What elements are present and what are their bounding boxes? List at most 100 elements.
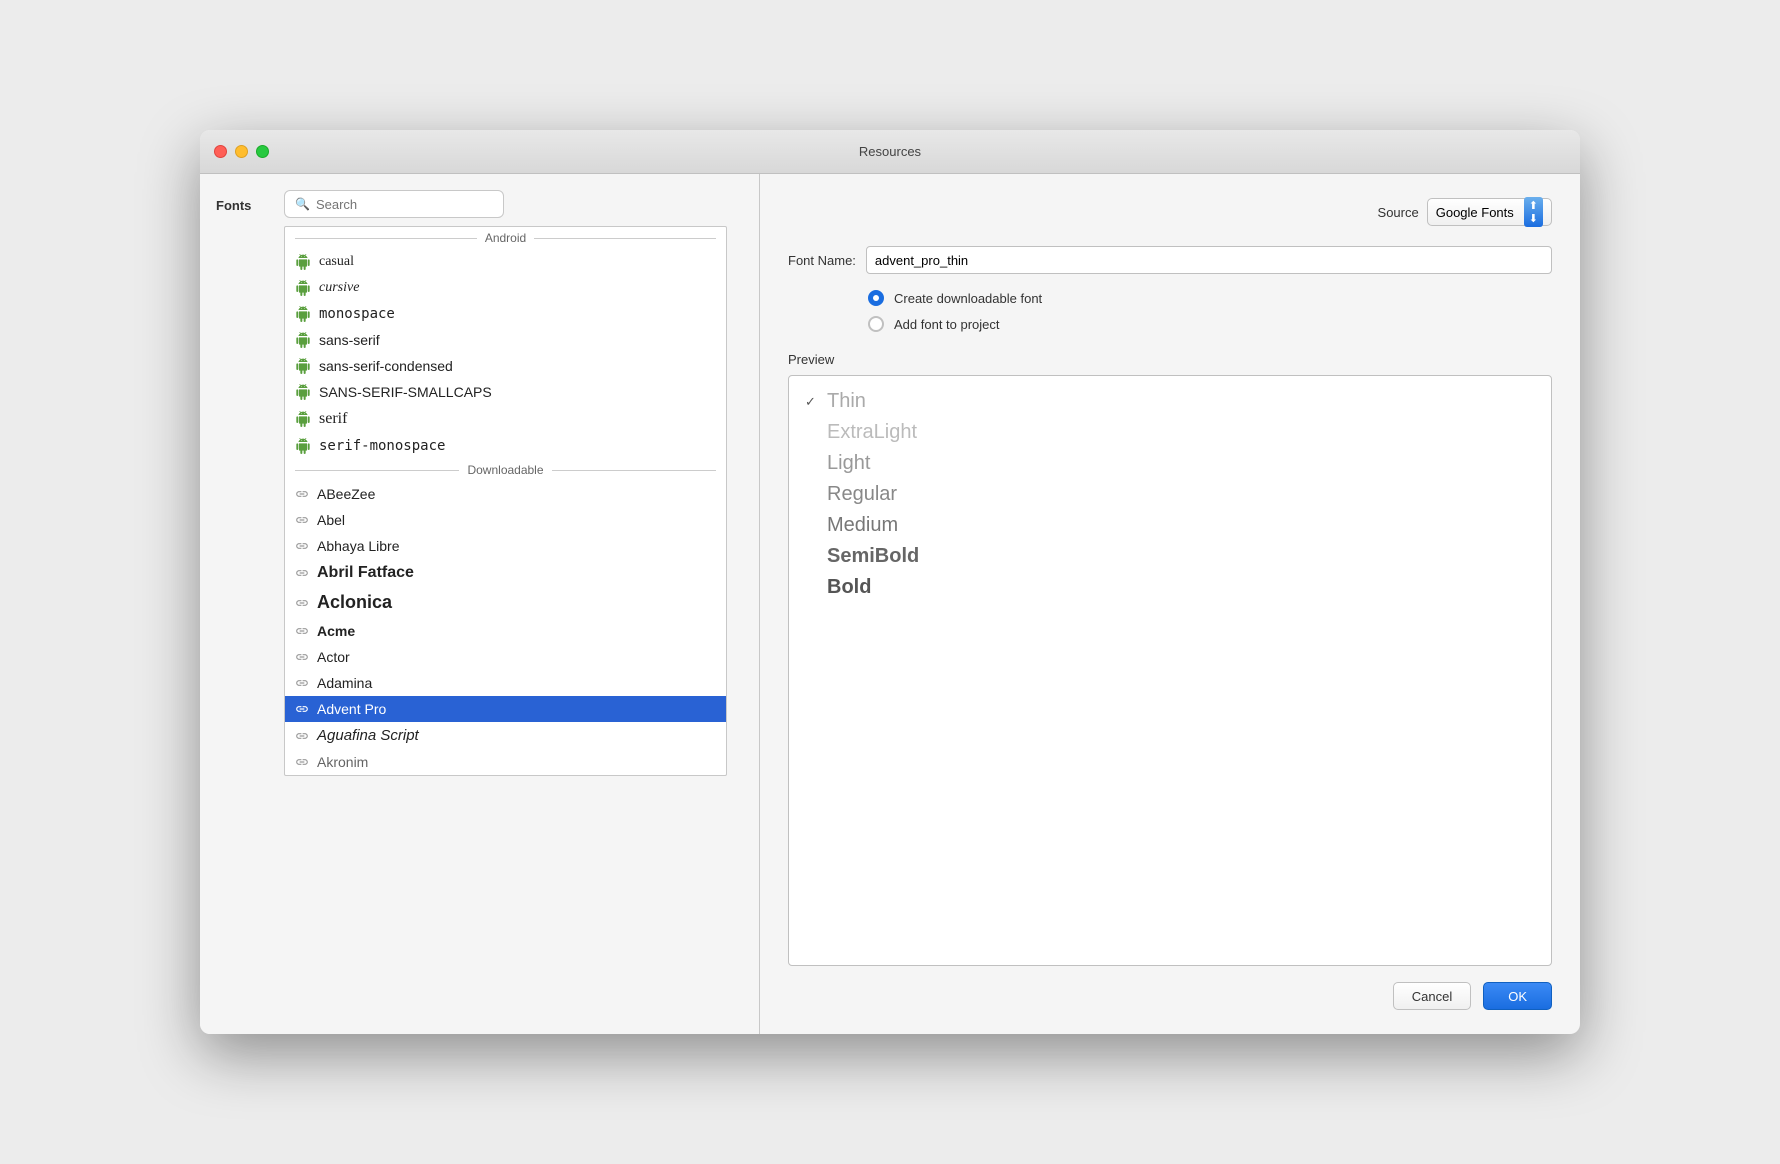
font-name-abel: Abel bbox=[317, 512, 345, 528]
preview-box: ✓ Thin ExtraLight Light Regular bbox=[788, 375, 1552, 966]
list-item[interactable]: Adamina bbox=[285, 670, 726, 696]
font-name-sans-serif-smallcaps: SANS-SERIF-SMALLCAPS bbox=[319, 384, 492, 400]
source-value: Google Fonts bbox=[1436, 205, 1514, 220]
radio-label-downloadable: Create downloadable font bbox=[894, 291, 1042, 306]
link-icon bbox=[295, 624, 309, 638]
list-item[interactable]: Abel bbox=[285, 507, 726, 533]
font-name-akronim: Akronim bbox=[317, 754, 368, 770]
preview-semibold[interactable]: SemiBold bbox=[805, 543, 1535, 570]
bottom-bar: Cancel OK bbox=[788, 966, 1552, 1010]
preview-bold-label: Bold bbox=[827, 576, 871, 599]
preview-medium-label: Medium bbox=[827, 514, 898, 537]
preview-light-label: Light bbox=[827, 452, 870, 475]
list-item[interactable]: serif-monospace bbox=[285, 433, 726, 459]
font-name-sans-serif-condensed: sans-serif-condensed bbox=[319, 358, 453, 374]
radio-btn-add-project[interactable] bbox=[868, 316, 884, 332]
maximize-button[interactable] bbox=[256, 145, 269, 158]
android-icon bbox=[295, 411, 311, 427]
ok-button[interactable]: OK bbox=[1483, 982, 1552, 1010]
link-icon bbox=[295, 513, 309, 527]
traffic-lights bbox=[214, 145, 269, 158]
link-icon bbox=[295, 729, 309, 743]
source-label: Source bbox=[1378, 205, 1419, 220]
font-name-aclonica: Aclonica bbox=[317, 592, 392, 613]
list-item[interactable]: Aclonica bbox=[285, 587, 726, 618]
font-name-serif-monospace: serif-monospace bbox=[319, 438, 445, 454]
preview-bold[interactable]: Bold bbox=[805, 574, 1535, 601]
android-icon bbox=[295, 332, 311, 348]
close-button[interactable] bbox=[214, 145, 227, 158]
list-item[interactable]: Abril Fatface bbox=[285, 559, 726, 587]
preview-medium[interactable]: Medium bbox=[805, 512, 1535, 539]
radio-btn-downloadable[interactable] bbox=[868, 290, 884, 306]
list-item[interactable]: sans-serif bbox=[285, 327, 726, 353]
font-name-actor: Actor bbox=[317, 649, 350, 665]
font-name-field[interactable] bbox=[866, 246, 1552, 274]
radio-create-downloadable[interactable]: Create downloadable font bbox=[868, 290, 1552, 306]
resources-window: Resources Fonts 🔍 Android bbox=[200, 130, 1580, 1034]
preview-semibold-label: SemiBold bbox=[827, 545, 919, 568]
font-name-adamina: Adamina bbox=[317, 675, 372, 691]
list-item[interactable]: serif bbox=[285, 405, 726, 433]
link-icon bbox=[295, 539, 309, 553]
link-icon bbox=[295, 755, 309, 769]
main-content: Fonts 🔍 Android bbox=[200, 174, 1580, 1034]
radio-group: Create downloadable font Add font to pro… bbox=[868, 290, 1552, 332]
font-name-advent-pro: Advent Pro bbox=[317, 701, 386, 717]
preview-regular-label: Regular bbox=[827, 483, 897, 506]
source-select-arrows: ⬆⬇ bbox=[1524, 197, 1543, 227]
search-bar[interactable]: 🔍 bbox=[284, 190, 504, 218]
preview-extralight[interactable]: ExtraLight bbox=[805, 419, 1535, 446]
font-name-row: Font Name: bbox=[788, 246, 1552, 274]
android-icon bbox=[295, 254, 311, 270]
titlebar: Resources bbox=[200, 130, 1580, 174]
radio-add-to-project[interactable]: Add font to project bbox=[868, 316, 1552, 332]
minimize-button[interactable] bbox=[235, 145, 248, 158]
preview-section: Preview ✓ Thin ExtraLight Light bbox=[788, 352, 1552, 966]
link-icon bbox=[295, 702, 309, 716]
downloadable-section-header: Downloadable bbox=[285, 459, 726, 481]
search-input[interactable] bbox=[316, 197, 493, 212]
preview-regular[interactable]: Regular bbox=[805, 481, 1535, 508]
font-name-serif: serif bbox=[319, 410, 347, 428]
preview-light[interactable]: Light bbox=[805, 450, 1535, 477]
list-item[interactable]: casual bbox=[285, 249, 726, 275]
list-item[interactable]: sans-serif-condensed bbox=[285, 353, 726, 379]
link-icon bbox=[295, 596, 309, 610]
left-panel: Fonts 🔍 Android bbox=[200, 174, 760, 1034]
link-icon bbox=[295, 487, 309, 501]
font-name-acme: Acme bbox=[317, 623, 355, 639]
android-icon bbox=[295, 358, 311, 374]
radio-label-add-project: Add font to project bbox=[894, 317, 1000, 332]
link-icon bbox=[295, 566, 309, 580]
font-name-abril: Abril Fatface bbox=[317, 564, 414, 582]
font-name-sans-serif: sans-serif bbox=[319, 332, 380, 348]
list-item[interactable]: Akronim bbox=[285, 749, 726, 775]
window-title: Resources bbox=[859, 144, 921, 159]
font-name-label: Font Name: bbox=[788, 253, 856, 268]
android-icon bbox=[295, 438, 311, 454]
cancel-button[interactable]: Cancel bbox=[1393, 982, 1471, 1010]
list-item[interactable]: monospace bbox=[285, 301, 726, 327]
preview-thin[interactable]: ✓ Thin bbox=[805, 388, 1535, 415]
right-panel: Source Google Fonts ⬆⬇ Font Name: Create… bbox=[760, 174, 1580, 1034]
search-icon: 🔍 bbox=[295, 197, 310, 211]
preview-label: Preview bbox=[788, 352, 1552, 367]
list-item[interactable]: Aguafina Script bbox=[285, 722, 726, 749]
preview-thin-label: Thin bbox=[827, 390, 866, 413]
font-name-casual: casual bbox=[319, 254, 354, 270]
font-list[interactable]: Android casual cursive bbox=[284, 226, 727, 776]
font-name-monospace: monospace bbox=[319, 306, 395, 322]
list-item[interactable]: Abhaya Libre bbox=[285, 533, 726, 559]
android-icon bbox=[295, 306, 311, 322]
list-item[interactable]: cursive bbox=[285, 275, 726, 301]
list-item[interactable]: ABeeZee bbox=[285, 481, 726, 507]
link-icon bbox=[295, 676, 309, 690]
list-item[interactable]: Acme bbox=[285, 618, 726, 644]
source-select[interactable]: Google Fonts ⬆⬇ bbox=[1427, 198, 1552, 226]
list-item-advent-pro[interactable]: Advent Pro bbox=[285, 696, 726, 722]
list-item[interactable]: Actor bbox=[285, 644, 726, 670]
android-section-header: Android bbox=[285, 227, 726, 249]
android-icon bbox=[295, 280, 311, 296]
list-item[interactable]: SANS-SERIF-SMALLCAPS bbox=[285, 379, 726, 405]
